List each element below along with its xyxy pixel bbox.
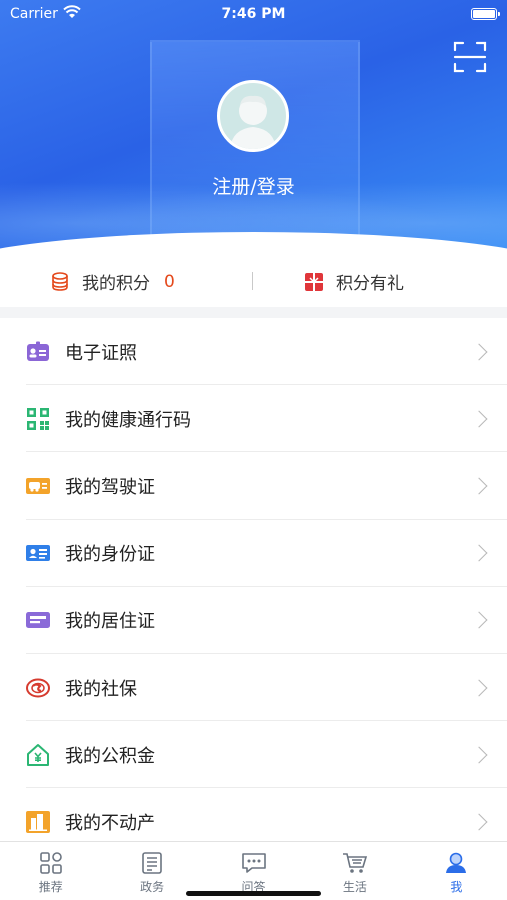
list-item-label: 我的身份证 (65, 544, 155, 566)
clock: 7:46 PM (221, 6, 286, 22)
points-gifts-label: 积分有礼 (336, 274, 404, 294)
list-item[interactable]: 我的公积金 (0, 721, 507, 789)
my-points-label: 我的积分 (82, 274, 150, 294)
id-card-icon (26, 541, 50, 565)
chevron-right-icon (470, 813, 488, 831)
divider (252, 272, 253, 290)
list-item-label: 我的社保 (65, 678, 137, 700)
list-item-label: 我的健康通行码 (65, 409, 191, 431)
tab-recommend[interactable]: 推荐 (0, 842, 101, 900)
chevron-right-icon (470, 477, 488, 495)
status-bar: Carrier 7:46 PM (0, 0, 507, 28)
profile-icon (446, 852, 467, 873)
gift-icon (305, 272, 323, 291)
tab-label: 生活 (342, 880, 367, 894)
chevron-right-icon (470, 679, 488, 697)
my-points-value: 0 (164, 271, 175, 292)
list-item[interactable]: 我的居住证 (0, 587, 507, 655)
e-license-icon (26, 340, 50, 364)
chevron-right-icon (470, 343, 488, 361)
points-bar: 我的积分 0 积分有礼 (0, 255, 507, 307)
list-item-label: 我的不动产 (65, 812, 155, 834)
tab-label: 推荐 (38, 880, 63, 894)
tab-label: 我 (450, 880, 463, 894)
real-estate-icon (26, 810, 50, 834)
list-item[interactable]: 我的社保 (0, 654, 507, 722)
chevron-right-icon (470, 410, 488, 428)
residence-permit-icon (26, 608, 50, 632)
list-item-label: 电子证照 (65, 342, 137, 364)
points-gifts[interactable]: 积分有礼 (304, 269, 404, 294)
list-item-label: 我的驾驶证 (65, 476, 155, 498)
list-item[interactable]: 我的健康通行码 (0, 385, 507, 453)
driver-license-icon (26, 474, 50, 498)
services-list: 电子证照 我的健康通行码 我的驾驶证 我的身份证 我的居住证 我的社保 我的公积… (0, 318, 507, 841)
login-link[interactable]: 注册/登录 (0, 172, 507, 199)
housing-fund-icon (26, 743, 50, 767)
list-item-label: 我的公积金 (65, 745, 155, 767)
battery-icon (471, 8, 500, 20)
list-item[interactable]: 电子证照 (0, 318, 507, 386)
chevron-right-icon (470, 611, 488, 629)
life-cart-icon (342, 853, 367, 873)
list-item[interactable]: 我的驾驶证 (0, 452, 507, 520)
recommend-icon (39, 852, 62, 874)
qr-code-icon (26, 407, 50, 431)
list-item[interactable]: 我的不动产 (0, 788, 507, 841)
list-item-label: 我的居住证 (65, 611, 155, 633)
chevron-right-icon (470, 746, 488, 764)
home-indicator[interactable] (186, 891, 321, 896)
coins-icon (52, 271, 68, 291)
my-points[interactable]: 我的积分 0 (50, 269, 175, 294)
avatar[interactable] (217, 80, 289, 152)
list-item[interactable]: 我的身份证 (0, 520, 507, 587)
scan-icon[interactable] (453, 40, 487, 74)
social-security-icon (26, 676, 50, 700)
default-avatar-icon (230, 95, 276, 149)
tab-me[interactable]: 我 (406, 842, 507, 900)
tab-label: 政务 (140, 880, 165, 894)
government-icon (142, 852, 162, 874)
chevron-right-icon (470, 544, 488, 562)
qa-icon (241, 853, 266, 873)
